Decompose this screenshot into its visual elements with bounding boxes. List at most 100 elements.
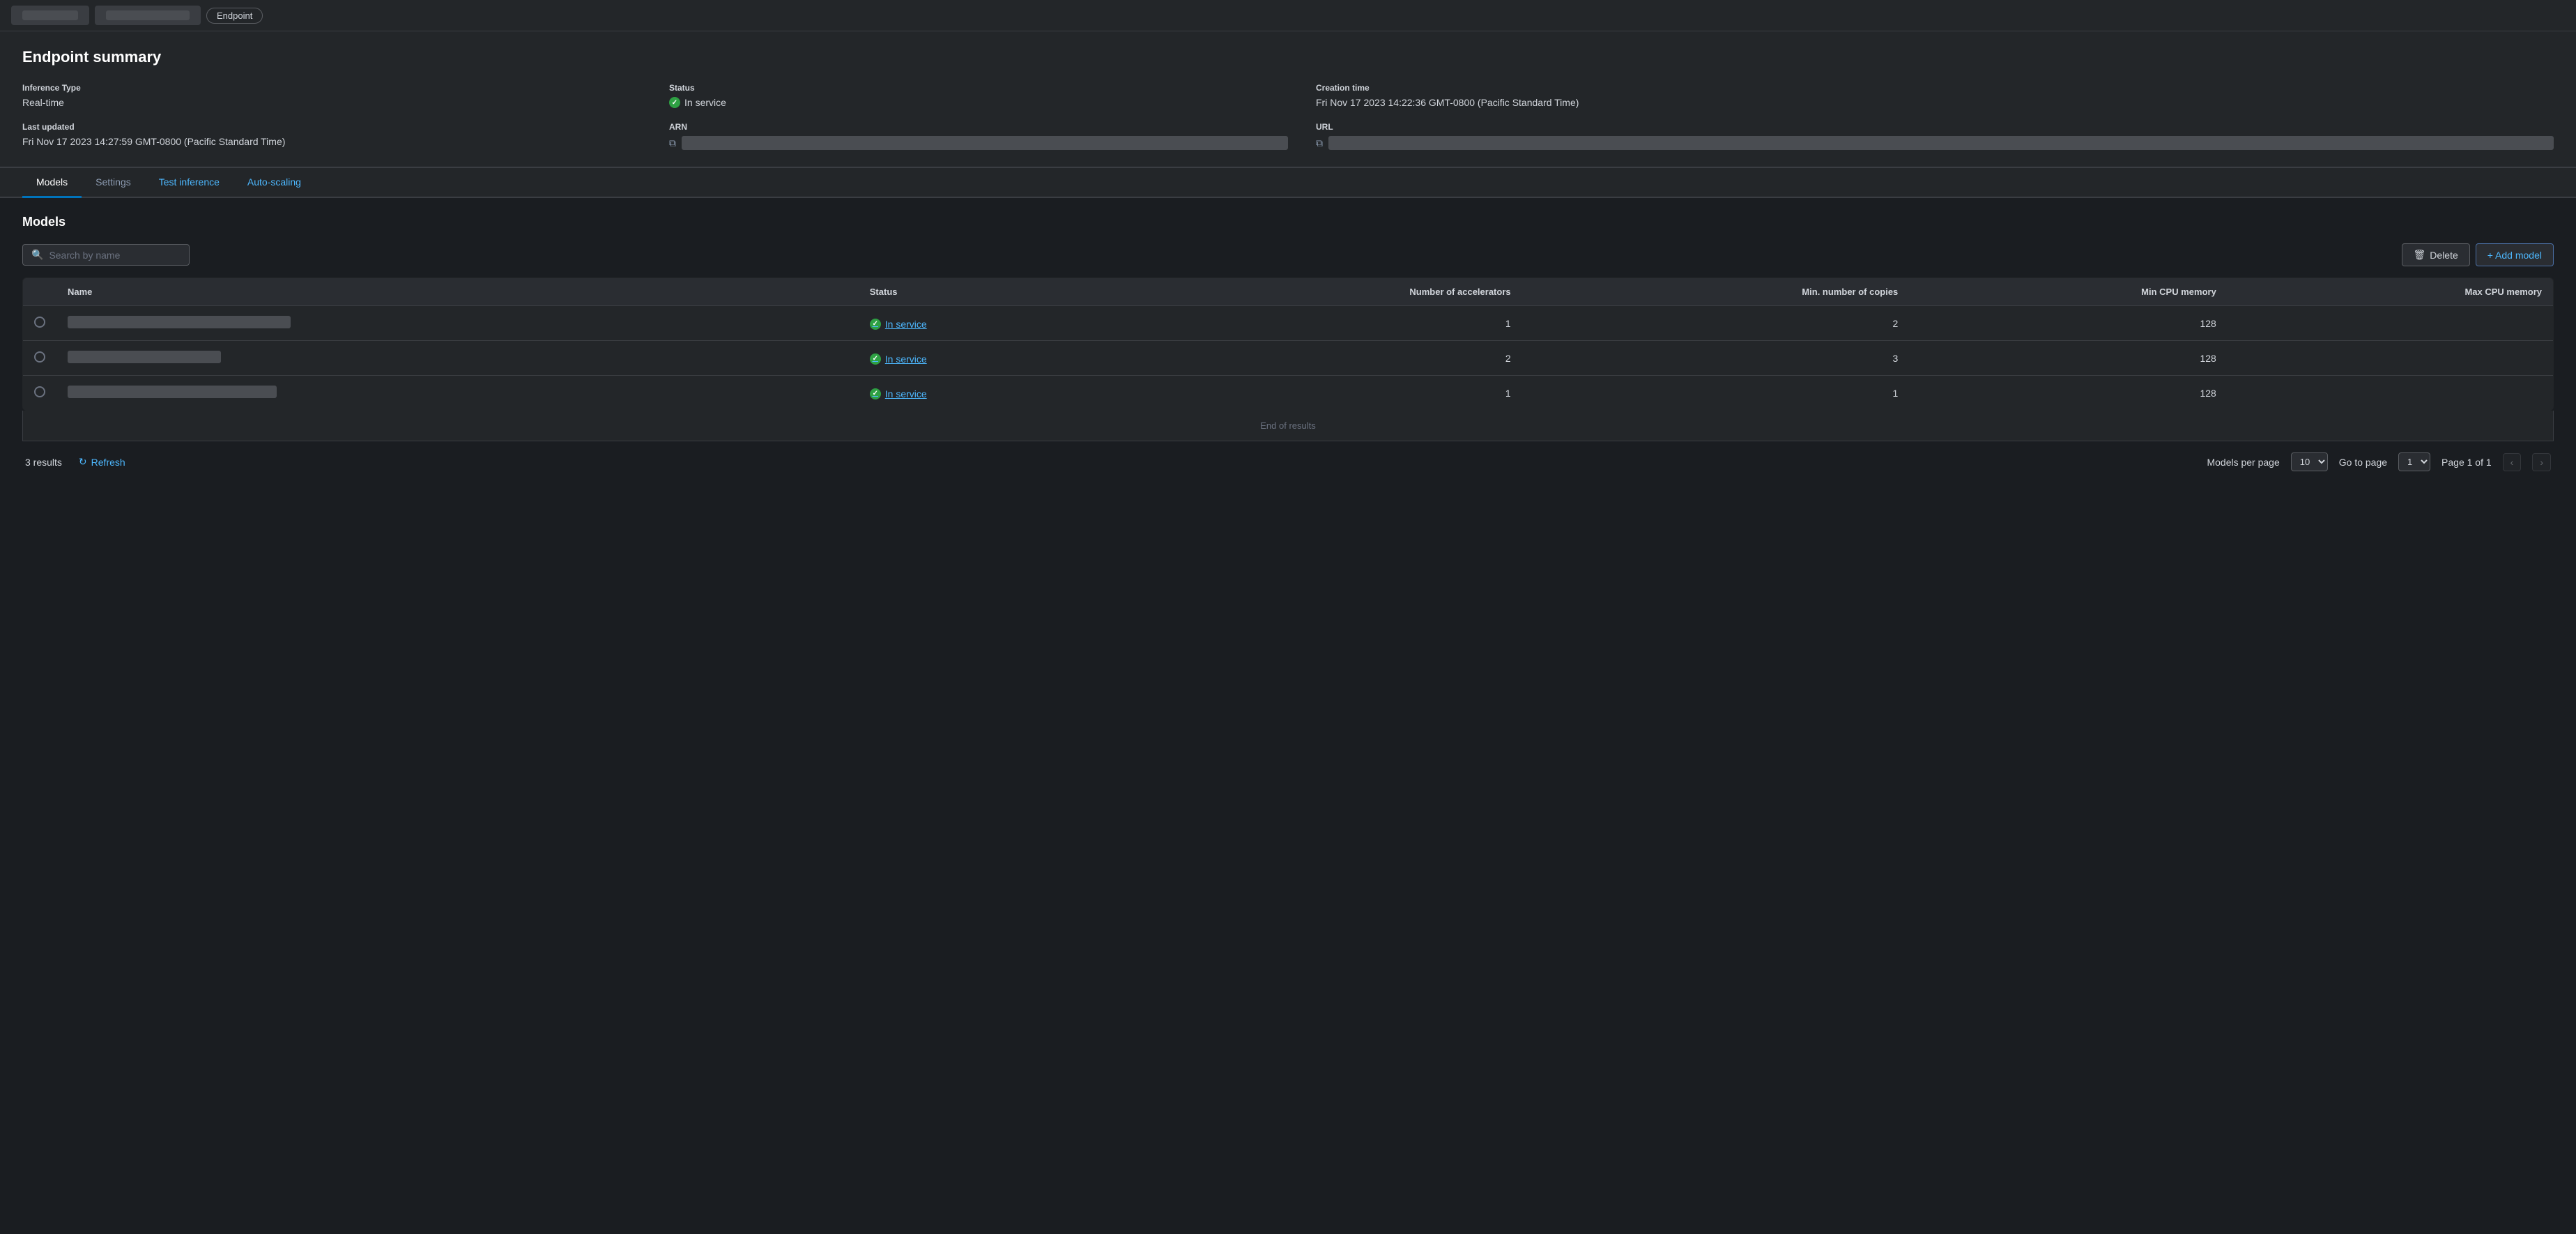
tab-auto-scaling[interactable]: Auto-scaling bbox=[233, 168, 315, 198]
models-section: Models 🔍 🗑 Delete + Add model Name Statu… bbox=[0, 198, 2576, 488]
search-container[interactable]: 🔍 bbox=[22, 244, 190, 266]
url-label: URL bbox=[1316, 122, 2554, 132]
row-max-cpu-memory-cell bbox=[2228, 341, 2554, 376]
models-table: Name Status Number of accelerators Min. … bbox=[22, 277, 2554, 411]
breadcrumb-pill-1[interactable] bbox=[11, 6, 89, 25]
row-select-cell bbox=[23, 341, 57, 376]
inference-type-label: Inference Type bbox=[22, 83, 641, 93]
row-radio-2[interactable] bbox=[34, 386, 45, 397]
go-to-page-select[interactable]: 1 bbox=[2398, 452, 2430, 471]
row-min-cpu-memory-cell: 128 bbox=[1909, 306, 2228, 341]
creation-time-label: Creation time bbox=[1316, 83, 2554, 93]
models-title: Models bbox=[22, 215, 2554, 229]
pagination-footer: 3 results ↻ Refresh Models per page 10 2… bbox=[22, 452, 2554, 471]
delete-button[interactable]: 🗑 Delete bbox=[2402, 243, 2470, 266]
row-name-cell bbox=[56, 376, 859, 411]
row-min-copies-cell: 3 bbox=[1522, 341, 1910, 376]
row-status-link-2[interactable]: In service bbox=[870, 388, 927, 399]
top-nav: Endpoint bbox=[0, 0, 2576, 31]
row-select-cell bbox=[23, 376, 57, 411]
status-badge: In service bbox=[669, 97, 1288, 108]
page-info: Page 1 of 1 bbox=[2441, 457, 2492, 468]
col-status: Status bbox=[859, 278, 1118, 306]
tab-settings[interactable]: Settings bbox=[82, 168, 145, 198]
models-toolbar: 🔍 🗑 Delete + Add model bbox=[22, 243, 2554, 266]
results-count: 3 results bbox=[25, 457, 62, 468]
per-page-label: Models per page bbox=[2207, 457, 2279, 468]
row-status-cell: In service bbox=[859, 341, 1118, 376]
endpoint-summary-section: Endpoint summary Inference Type Real-tim… bbox=[0, 31, 2576, 168]
creation-time-value: Fri Nov 17 2023 14:22:36 GMT-0800 (Pacif… bbox=[1316, 97, 2554, 108]
row-min-copies-cell: 2 bbox=[1522, 306, 1910, 341]
table-row: In service 1 2 128 bbox=[23, 306, 2554, 341]
row-min-copies-cell: 1 bbox=[1522, 376, 1910, 411]
row-radio-0[interactable] bbox=[34, 317, 45, 328]
row-status-dot-0 bbox=[870, 319, 881, 330]
row-status-dot-2 bbox=[870, 388, 881, 399]
col-num-accelerators: Number of accelerators bbox=[1118, 278, 1521, 306]
last-updated-label: Last updated bbox=[22, 122, 641, 132]
go-to-page-label: Go to page bbox=[2339, 457, 2387, 468]
endpoint-summary-title: Endpoint summary bbox=[22, 48, 2554, 66]
last-updated-value: Fri Nov 17 2023 14:27:59 GMT-0800 (Pacif… bbox=[22, 136, 641, 147]
col-select bbox=[23, 278, 57, 306]
row-status-cell: In service bbox=[859, 376, 1118, 411]
breadcrumb-pill-2[interactable] bbox=[95, 6, 201, 25]
inference-type-item: Inference Type Real-time bbox=[22, 83, 641, 108]
status-label: Status bbox=[669, 83, 1288, 93]
breadcrumb-1-text bbox=[22, 10, 78, 20]
row-name-cell bbox=[56, 341, 859, 376]
row-accelerators-cell: 1 bbox=[1118, 306, 1521, 341]
row-status-link-1[interactable]: In service bbox=[870, 353, 927, 365]
tabs-bar: Models Settings Test inference Auto-scal… bbox=[0, 168, 2576, 198]
tab-test-inference[interactable]: Test inference bbox=[145, 168, 233, 198]
refresh-button[interactable]: ↻ Refresh bbox=[79, 456, 125, 468]
url-item: URL ⧉ bbox=[1316, 122, 2554, 150]
row-status-link-0[interactable]: In service bbox=[870, 319, 927, 330]
next-page-button[interactable]: › bbox=[2532, 453, 2551, 471]
arn-value bbox=[682, 136, 1288, 150]
last-updated-item: Last updated Fri Nov 17 2023 14:27:59 GM… bbox=[22, 122, 641, 150]
row-accelerators-cell: 2 bbox=[1118, 341, 1521, 376]
row-name-2 bbox=[68, 386, 277, 398]
row-name-cell bbox=[56, 306, 859, 341]
row-max-cpu-memory-cell bbox=[2228, 376, 2554, 411]
row-status-dot-1 bbox=[870, 353, 881, 365]
toolbar-actions: 🗑 Delete + Add model bbox=[2402, 243, 2554, 266]
delete-icon: 🗑 bbox=[2414, 249, 2426, 261]
endpoint-breadcrumb: Endpoint bbox=[206, 8, 263, 24]
prev-page-button[interactable]: ‹ bbox=[2503, 453, 2522, 471]
arn-label: ARN bbox=[669, 122, 1288, 132]
col-min-copies: Min. number of copies bbox=[1522, 278, 1910, 306]
pagination-controls: Models per page 10 25 50 Go to page 1 Pa… bbox=[2207, 452, 2551, 471]
end-of-results: End of results bbox=[22, 411, 2554, 441]
search-icon: 🔍 bbox=[31, 249, 43, 261]
row-name-0 bbox=[68, 316, 291, 328]
row-select-cell bbox=[23, 306, 57, 341]
row-max-cpu-memory-cell bbox=[2228, 306, 2554, 341]
col-name: Name bbox=[56, 278, 859, 306]
inference-type-value: Real-time bbox=[22, 97, 641, 108]
col-min-cpu-memory: Min CPU memory bbox=[1909, 278, 2228, 306]
arn-copy-icon[interactable]: ⧉ bbox=[669, 137, 676, 149]
creation-time-item: Creation time Fri Nov 17 2023 14:22:36 G… bbox=[1316, 83, 2554, 108]
col-max-cpu-memory: Max CPU memory bbox=[2228, 278, 2554, 306]
status-item: Status In service bbox=[669, 83, 1288, 108]
status-value: In service bbox=[684, 97, 726, 108]
url-copy-icon[interactable]: ⧉ bbox=[1316, 137, 1323, 149]
row-min-cpu-memory-cell: 128 bbox=[1909, 341, 2228, 376]
row-name-1 bbox=[68, 351, 221, 363]
breadcrumb-2-text bbox=[106, 10, 190, 20]
per-page-select[interactable]: 10 25 50 bbox=[2291, 452, 2328, 471]
search-input[interactable] bbox=[49, 250, 181, 261]
url-value bbox=[1328, 136, 2554, 150]
table-row: In service 2 3 128 bbox=[23, 341, 2554, 376]
refresh-icon: ↻ bbox=[79, 456, 87, 468]
table-row: In service 1 1 128 bbox=[23, 376, 2554, 411]
add-model-button[interactable]: + Add model bbox=[2476, 243, 2554, 266]
status-dot-icon bbox=[669, 97, 680, 108]
row-radio-1[interactable] bbox=[34, 351, 45, 363]
tab-models[interactable]: Models bbox=[22, 168, 82, 198]
arn-item: ARN ⧉ bbox=[669, 122, 1288, 150]
row-min-cpu-memory-cell: 128 bbox=[1909, 376, 2228, 411]
